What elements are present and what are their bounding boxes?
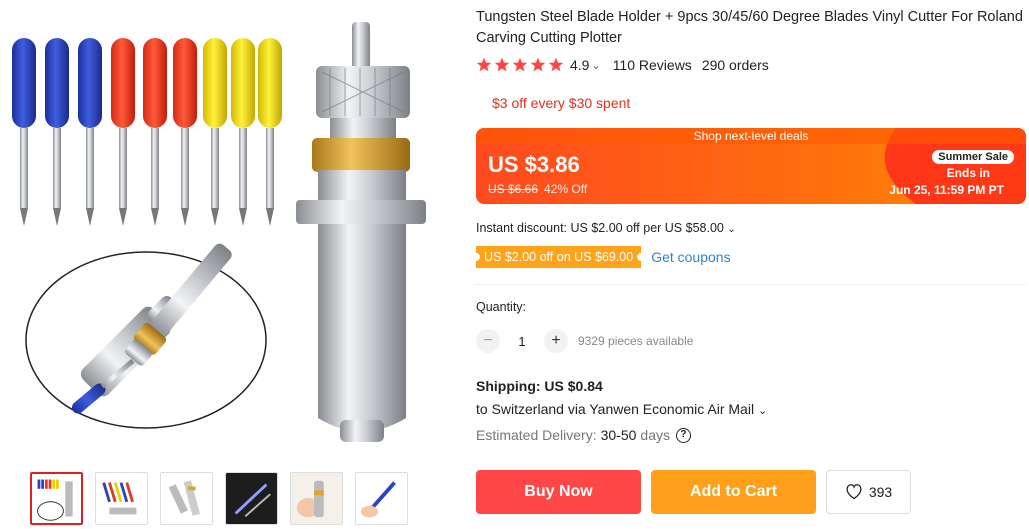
chevron-down-icon: ⌄	[757, 405, 768, 417]
chevron-down-icon: ⌄	[727, 224, 736, 235]
delivery-unit: days	[640, 427, 670, 443]
deal-header: Shop next-level deals	[476, 128, 1026, 144]
star-icon	[476, 57, 492, 72]
thumbnail-strip	[30, 472, 408, 525]
star-icon	[548, 57, 564, 72]
wishlist-count: 393	[868, 484, 893, 500]
original-price: US $6.66	[488, 182, 539, 196]
instant-discount[interactable]: Instant discount: US $2.00 off per US $5…	[476, 221, 736, 235]
quantity-increase-button[interactable]: +	[544, 329, 568, 353]
thumbnail-4[interactable]	[225, 472, 278, 525]
coupon-tag[interactable]: US $2.00 off on US $69.00	[471, 246, 646, 268]
wishlist-button[interactable]: 393	[826, 470, 911, 514]
main-product-image[interactable]	[0, 0, 440, 460]
stock-available: 9329 pieces available	[578, 334, 694, 348]
thumbnail-6[interactable]	[355, 472, 408, 525]
estimated-delivery: Estimated Delivery: 30-50 days ?	[476, 427, 691, 443]
ends-date: Jun 25, 11:59 PM PT	[889, 183, 1004, 197]
quantity-label: Quantity:	[476, 300, 527, 314]
heart-icon	[846, 484, 862, 500]
discount-percent: 42% Off	[544, 182, 588, 196]
instant-discount-text: Instant discount: US $2.00 off per US $5…	[476, 221, 724, 235]
buy-now-button[interactable]: Buy Now	[476, 470, 641, 514]
product-page: Tungsten Steel Blade Holder + 9pcs 30/45…	[0, 0, 1029, 529]
star-icon	[512, 57, 528, 72]
shipping-destination[interactable]: to Switzerland via Yanwen Economic Air M…	[476, 401, 767, 417]
delivery-label: Estimated Delivery:	[476, 427, 597, 443]
thumbnail-3[interactable]	[160, 472, 213, 525]
delivery-value: 30-50	[600, 427, 637, 443]
rating-value: 4.9	[570, 57, 590, 73]
star-icon	[494, 57, 510, 72]
quantity-stepper: − 1 + 9329 pieces available	[476, 329, 693, 353]
summer-sale-badge: Summer Sale	[932, 150, 1014, 164]
inset-detail-illustration	[25, 243, 267, 429]
product-title: Tungsten Steel Blade Holder + 9pcs 30/45…	[476, 9, 1023, 46]
get-coupons-link[interactable]: Get coupons	[651, 249, 730, 265]
star-rating	[476, 57, 564, 73]
add-to-cart-button[interactable]: Add to Cart	[651, 470, 816, 514]
thumbnail-2[interactable]	[95, 472, 148, 525]
store-promo[interactable]: $3 off every $30 spent	[492, 95, 630, 111]
deal-banner: Shop next-level deals US $3.86 US $6.66 4…	[476, 128, 1026, 204]
shipping-price: Shipping: US $0.84	[476, 378, 603, 394]
thumbnail-1[interactable]	[30, 472, 83, 525]
rating-row: 4.9 ⌄ 110 Reviews 290 orders	[476, 57, 769, 73]
quantity-value[interactable]: 1	[500, 334, 544, 349]
orders-count: 290 orders	[701, 57, 769, 73]
ends-in-label: Ends in	[946, 166, 990, 180]
blade-set-illustration	[12, 38, 282, 226]
quantity-decrease-button[interactable]: −	[476, 329, 500, 353]
divider	[476, 284, 1026, 285]
help-icon[interactable]: ?	[675, 427, 691, 443]
star-icon	[530, 57, 546, 72]
price-row: US $6.66 42% Off	[488, 182, 587, 196]
coupon-row: US $2.00 off on US $69.00 Get coupons	[471, 246, 731, 268]
blade-holder-illustration	[296, 22, 426, 442]
sale-price: US $3.86	[488, 152, 580, 177]
rating-chevron-down-icon[interactable]: ⌄	[591, 59, 600, 72]
shipping-destination-text: to Switzerland via Yanwen Economic Air M…	[476, 401, 755, 417]
reviews-link[interactable]: 110 Reviews	[613, 57, 692, 73]
thumbnail-5[interactable]	[290, 472, 343, 525]
